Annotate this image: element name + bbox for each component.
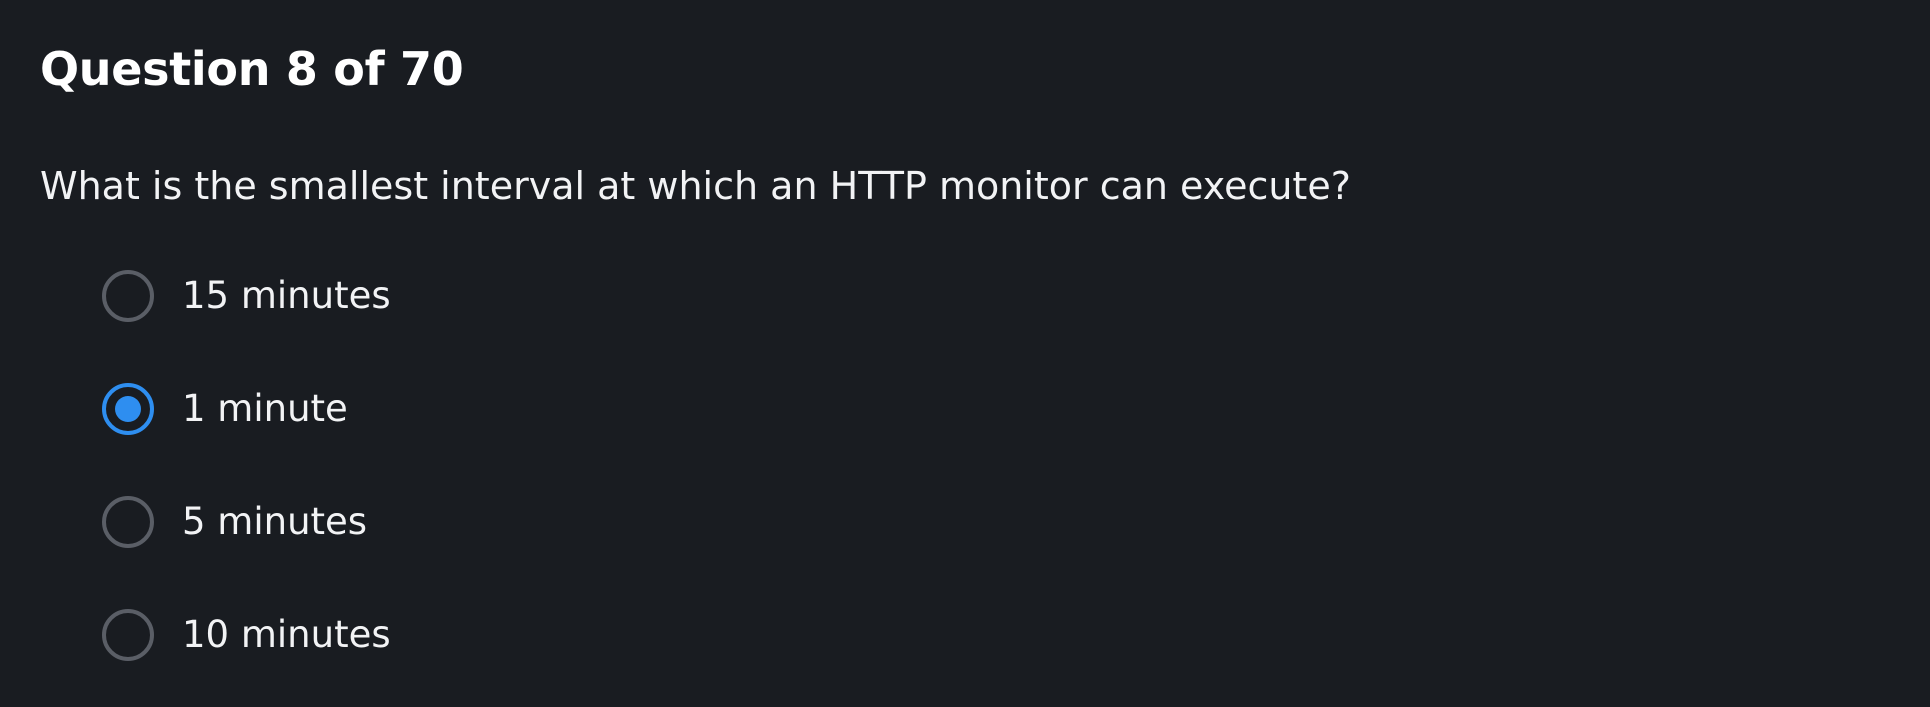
radio-button[interactable] (102, 609, 154, 661)
radio-button[interactable] (102, 496, 154, 548)
answer-option-label: 5 minutes (182, 500, 368, 543)
radio-button[interactable] (102, 270, 154, 322)
answer-option-10-minutes[interactable]: 10 minutes (102, 609, 391, 661)
question-text: What is the smallest interval at which a… (40, 164, 1351, 208)
radio-selected-dot (115, 396, 141, 422)
answer-option-label: 15 minutes (182, 274, 391, 317)
answer-option-label: 1 minute (182, 387, 348, 430)
answer-option-15-minutes[interactable]: 15 minutes (102, 270, 391, 322)
radio-button[interactable] (102, 383, 154, 435)
answer-option-label: 10 minutes (182, 613, 391, 656)
quiz-panel: Question 8 of 70 What is the smallest in… (0, 0, 1930, 707)
question-counter-heading: Question 8 of 70 (40, 42, 464, 96)
answer-option-5-minutes[interactable]: 5 minutes (102, 496, 391, 548)
answer-option-1-minute[interactable]: 1 minute (102, 383, 391, 435)
answer-options-list: 15 minutes 1 minute 5 minutes 10 minutes (102, 270, 391, 661)
